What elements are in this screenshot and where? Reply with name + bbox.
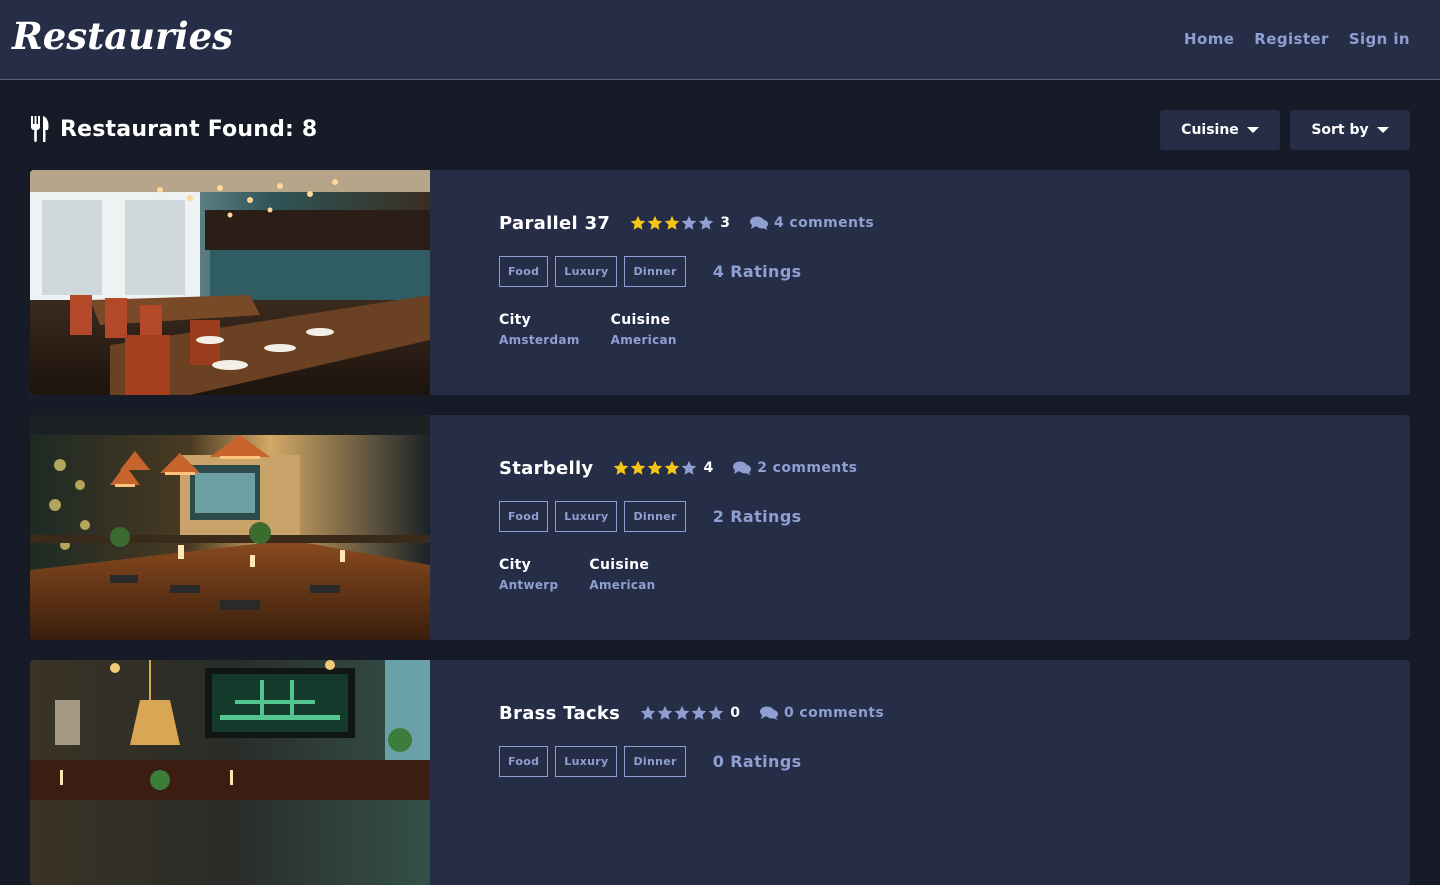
rating-score: 3 — [720, 215, 730, 231]
restaurant-info: Brass Tacks 0 0 comments Food Luxury Din… — [499, 698, 884, 777]
star-empty-icon — [708, 705, 724, 720]
city-label: City — [499, 312, 532, 328]
sort-dropdown[interactable]: Sort by — [1290, 110, 1410, 150]
city-value: Antwerp — [499, 578, 559, 592]
caret-down-icon — [1376, 127, 1389, 133]
star-empty-icon — [640, 705, 656, 720]
brand-logo[interactable]: Restauries — [12, 14, 233, 58]
nav-register-link[interactable]: Register — [1254, 30, 1328, 48]
results-header: Restaurant Found: 8 Cuisine Sort by — [30, 110, 1410, 150]
comments-link[interactable]: 0 comments — [759, 705, 885, 721]
star-empty-icon — [674, 705, 690, 720]
ratings-count: 4 Ratings — [712, 262, 802, 281]
results-title: Restaurant Found: 8 — [60, 116, 318, 142]
star-filled-icon — [630, 215, 646, 230]
comments-icon — [759, 706, 778, 720]
comments-count: 0 comments — [783, 705, 885, 721]
top-navbar: Restauries Home Register Sign in — [0, 0, 1440, 80]
restaurant-card[interactable]: Brass Tacks 0 0 comments Food Luxury Din… — [30, 660, 1410, 885]
star-filled-icon — [614, 460, 629, 475]
cuisine-block: Cuisine American — [611, 312, 677, 347]
star-filled-icon — [648, 460, 663, 475]
star-empty-icon — [682, 460, 697, 475]
star-rating — [630, 215, 714, 231]
comments-link[interactable]: 2 comments — [733, 460, 857, 476]
filter-controls: Cuisine Sort by — [1160, 110, 1410, 150]
nav-signin-link[interactable]: Sign in — [1349, 30, 1410, 48]
star-filled-icon — [664, 215, 680, 230]
city-label: City — [499, 557, 532, 573]
comments-link[interactable]: 4 comments — [749, 215, 875, 231]
tag-food[interactable]: Food — [499, 501, 549, 532]
comments-icon — [749, 216, 768, 230]
tag-food[interactable]: Food — [499, 256, 549, 287]
tag-dinner[interactable]: Dinner — [624, 501, 686, 532]
restaurant-name[interactable]: Starbelly — [499, 458, 593, 479]
star-rating — [613, 460, 697, 476]
restaurant-name[interactable]: Parallel 37 — [499, 213, 610, 234]
city-value: Amsterdam — [499, 333, 580, 347]
tag-dinner[interactable]: Dinner — [624, 746, 686, 777]
star-empty-icon — [657, 705, 673, 720]
city-block: City Antwerp — [499, 557, 558, 592]
cuisine-label: Cuisine — [610, 312, 671, 328]
cuisine-dropdown[interactable]: Cuisine — [1160, 110, 1280, 150]
ratings-count: 0 Ratings — [712, 752, 802, 771]
caret-down-icon — [1246, 127, 1259, 133]
nav-home-link[interactable]: Home — [1184, 30, 1234, 48]
restaurant-photo — [30, 415, 430, 640]
sort-dropdown-label: Sort by — [1311, 122, 1369, 138]
tag-luxury[interactable]: Luxury — [555, 256, 618, 287]
cuisine-dropdown-label: Cuisine — [1181, 122, 1239, 138]
city-block: City Amsterdam — [499, 312, 580, 347]
restaurant-photo — [30, 660, 430, 885]
restaurant-info: Parallel 37 3 4 comments Food Luxury Din… — [499, 208, 874, 347]
rating-score: 0 — [730, 705, 740, 721]
cuisine-block: Cuisine American — [589, 557, 655, 592]
cuisine-label: Cuisine — [589, 557, 650, 573]
restaurant-card[interactable]: Starbelly 4 2 comments Food Luxury Dinne… — [30, 415, 1410, 640]
ratings-count: 2 Ratings — [712, 507, 802, 526]
star-rating — [640, 705, 724, 721]
restaurant-photo — [30, 170, 430, 395]
cuisine-value: American — [589, 578, 656, 592]
rating-score: 4 — [703, 460, 714, 476]
tag-luxury[interactable]: Luxury — [555, 501, 618, 532]
tag-food[interactable]: Food — [499, 746, 549, 777]
star-empty-icon — [698, 215, 714, 230]
restaurant-info: Starbelly 4 2 comments Food Luxury Dinne… — [499, 453, 857, 592]
cutlery-icon — [31, 116, 49, 142]
star-filled-icon — [647, 215, 663, 230]
restaurant-name[interactable]: Brass Tacks — [499, 703, 620, 724]
star-filled-icon — [665, 460, 680, 475]
tag-dinner[interactable]: Dinner — [624, 256, 686, 287]
results-count: Restaurant Found: 8 — [30, 116, 317, 142]
star-empty-icon — [681, 215, 697, 230]
star-empty-icon — [691, 705, 707, 720]
main-nav: Home Register Sign in — [1184, 30, 1410, 48]
star-filled-icon — [631, 460, 646, 475]
restaurant-card[interactable]: Parallel 37 3 4 comments Food Luxury Din… — [30, 170, 1410, 395]
comments-count: 2 comments — [757, 460, 858, 476]
comments-icon — [733, 461, 752, 475]
cuisine-value: American — [610, 333, 677, 347]
comments-count: 4 comments — [773, 215, 875, 231]
tag-luxury[interactable]: Luxury — [555, 746, 618, 777]
